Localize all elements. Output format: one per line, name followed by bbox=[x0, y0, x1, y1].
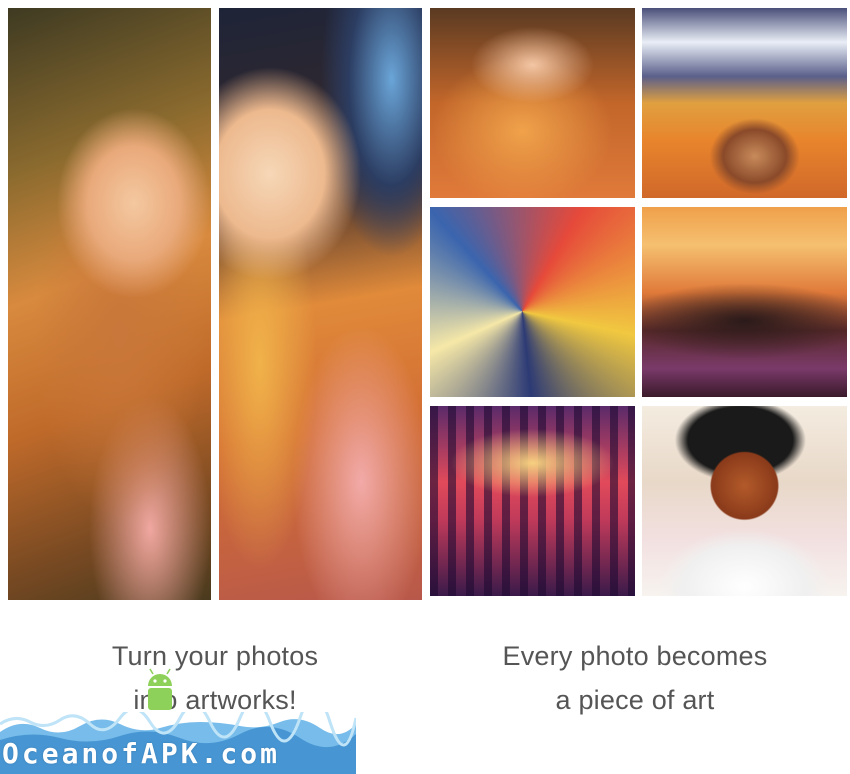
watermark: OceanofAPK.com bbox=[0, 712, 356, 774]
artwork-tile-coast bbox=[642, 207, 847, 397]
artwork-tile-street bbox=[430, 406, 635, 596]
original-photo-half bbox=[8, 8, 211, 600]
caption-right: Every photo becomes a piece of art bbox=[465, 634, 805, 722]
caption-right-line1: Every photo becomes bbox=[502, 641, 768, 671]
artwork-tile-field bbox=[642, 8, 847, 198]
watermark-text: OceanofAPK.com bbox=[2, 737, 281, 770]
artwork-tile-boat bbox=[430, 207, 635, 397]
android-icon bbox=[148, 668, 172, 710]
artwork-tile-woman bbox=[642, 406, 847, 596]
caption-left-line1: Turn your photos bbox=[111, 641, 319, 671]
caption-left: Turn your photos into artworks! bbox=[60, 634, 370, 722]
artwork-photo-half bbox=[219, 8, 422, 600]
split-divider bbox=[211, 8, 219, 600]
caption-right-line2: a piece of art bbox=[555, 685, 715, 715]
artwork-tile-portrait bbox=[430, 8, 635, 198]
